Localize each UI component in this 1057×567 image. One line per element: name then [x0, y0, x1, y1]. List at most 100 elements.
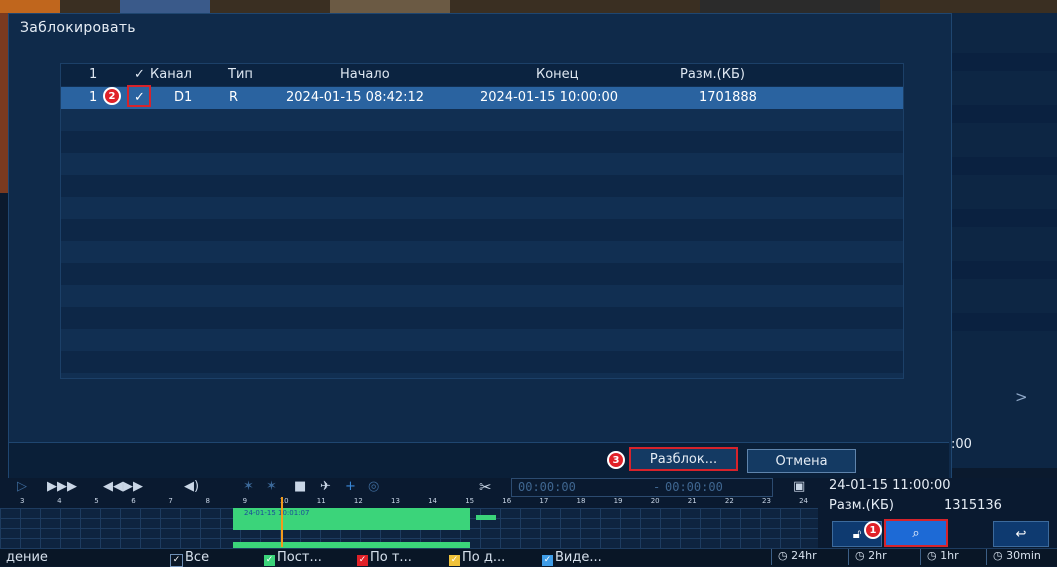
zoom-2hr[interactable]: ◷ 2hr: [848, 549, 920, 565]
legend-item-motion[interactable]: ✓ По д...: [449, 550, 505, 566]
skip-icon[interactable]: ◀◀▶▶: [103, 479, 143, 494]
ruler-tick: 8: [205, 497, 210, 505]
background-record-list: [950, 13, 1057, 468]
locked-files-table: 1 ✓ Канал Тип Начало Конец Разм.(КБ) 1 ✓…: [60, 63, 904, 379]
legend-item-label: По д...: [462, 550, 506, 565]
row-channel: D1: [174, 90, 193, 105]
info-size-label: Разм.(КБ): [829, 498, 894, 513]
back-button[interactable]: ↩: [993, 521, 1049, 547]
pin-icon[interactable]: ✈: [320, 479, 331, 494]
search-image-icon: ⌕: [912, 525, 920, 541]
ruler-tick: 20: [650, 497, 660, 505]
empty-row: [61, 175, 903, 197]
ruler-tick: 12: [353, 497, 363, 505]
header-select-all-checkbox[interactable]: ✓: [134, 67, 145, 82]
ruler-tick: 18: [576, 497, 586, 505]
clip-end-time[interactable]: 00:00:00: [665, 480, 723, 494]
zoom-1hr-label: 1hr: [940, 549, 959, 562]
ruler-tick: 22: [724, 497, 734, 505]
dialog-title: Заблокировать: [20, 20, 136, 36]
ruler-tick: 13: [391, 497, 400, 505]
header-start: Начало: [340, 67, 390, 82]
partial-time-label: :00: [951, 437, 972, 452]
zoom-24hr-label: 24hr: [791, 549, 817, 562]
timeline-cursor[interactable]: [281, 497, 283, 547]
zoom-30min[interactable]: ◷ 30min: [986, 549, 1057, 565]
legend-item-label: Пост...: [277, 550, 322, 565]
legend-all-label: Все: [185, 550, 210, 565]
info-time: 24-01-15 11:00:00: [829, 478, 951, 493]
background-video-strip: [0, 0, 1057, 13]
ruler-tick: 15: [465, 497, 475, 505]
clip-time-separator: -: [653, 480, 661, 494]
ruler-tick: 23: [762, 497, 771, 505]
row-size: 1701888: [699, 90, 757, 105]
smart-search-icon[interactable]: ✶: [243, 479, 254, 494]
zoom-1hr[interactable]: ◷ 1hr: [920, 549, 986, 565]
legend-left-text: дение: [6, 550, 48, 565]
empty-row: [61, 263, 903, 285]
ruler-tick: 4: [57, 497, 62, 505]
table-row[interactable]: 1 ✓ D1 R 2024-01-15 08:42:12 2024-01-15 …: [61, 87, 903, 109]
empty-row: [61, 131, 903, 153]
row-index: 1: [89, 90, 98, 105]
person-icon[interactable]: ✶: [266, 479, 277, 494]
timeline-ruler: 3 4 5 6 7 8 9 10 11 12 13 14 15 16 17 18 19 20 21 22 23 24: [0, 497, 818, 508]
ruler-tick: 3: [20, 497, 25, 505]
empty-row: [61, 351, 903, 373]
camera-icon[interactable]: ■: [294, 479, 306, 494]
lock-icon: 🔓︎: [852, 526, 862, 542]
legend-all[interactable]: ✓ Все: [170, 550, 209, 567]
legend-item-alarm[interactable]: ✓ По т...: [357, 550, 412, 566]
next-page-arrow-icon[interactable]: >: [1015, 388, 1028, 406]
fast-forward-icon[interactable]: ▶▶▶: [47, 479, 77, 494]
callout-2: 2: [103, 87, 121, 105]
timeline-grid[interactable]: 24-01-15 10:01:07: [0, 508, 818, 548]
background-video-edge: [0, 13, 8, 193]
zoom-24hr[interactable]: ◷ 24hr: [771, 549, 848, 565]
row-end: 2024-01-15 10:00:00: [480, 90, 619, 105]
ruler-tick: 7: [168, 497, 173, 505]
checkbox-icon: ✓: [449, 555, 460, 566]
checkbox-icon: ✓: [264, 555, 275, 566]
ruler-tick: 11: [316, 497, 326, 505]
cursor-time-label: 24-01-15 10:01:07: [244, 509, 310, 517]
play-icon[interactable]: ▷: [17, 479, 27, 494]
clip-start-time[interactable]: 00:00:00: [518, 480, 576, 494]
tag-icon[interactable]: +: [345, 479, 356, 494]
checkbox-icon: ✓: [542, 555, 553, 566]
file-lock-search-button[interactable]: ⌕: [884, 519, 948, 547]
header-channel: Канал: [150, 67, 192, 82]
legend-item-continuous[interactable]: ✓ Пост...: [264, 550, 322, 566]
ruler-tick: 9: [242, 497, 248, 505]
zoom-2hr-label: 2hr: [868, 549, 887, 562]
legend-item-label: Виде...: [555, 550, 602, 565]
volume-icon[interactable]: ◀): [184, 479, 199, 494]
ruler-tick: 21: [687, 497, 697, 505]
header-type: Тип: [228, 67, 253, 82]
checkbox-icon: ✓: [170, 554, 183, 567]
ruler-tick: 6: [131, 497, 136, 505]
back-icon: ↩: [1015, 526, 1027, 542]
table-header: 1 ✓ Канал Тип Начало Конец Разм.(КБ): [61, 64, 903, 86]
callout-3: 3: [607, 451, 625, 469]
unlock-button[interactable]: Разблок...: [629, 447, 738, 471]
header-size: Разм.(КБ): [680, 67, 745, 82]
legend-item-video[interactable]: ✓ Виде...: [542, 550, 602, 566]
row-start: 2024-01-15 08:42:12: [286, 90, 425, 105]
row-type: R: [229, 90, 239, 105]
save-icon[interactable]: ▣: [793, 479, 805, 494]
checkbox-highlight: [127, 85, 151, 107]
callout-1: 1: [864, 521, 882, 539]
face-icon[interactable]: ◎: [368, 479, 379, 494]
header-end: Конец: [536, 67, 579, 82]
checkbox-icon: ✓: [357, 555, 368, 566]
header-index: 1: [89, 67, 98, 82]
clip-time-range: 00:00:00 - 00:00:00: [511, 478, 773, 497]
ruler-tick: 5: [94, 497, 99, 505]
ruler-tick: 19: [613, 497, 623, 505]
cancel-button[interactable]: Отмена: [747, 449, 856, 473]
empty-row: [61, 307, 903, 329]
recording-segment: [476, 515, 496, 520]
scissors-icon[interactable]: ✂: [479, 478, 492, 496]
